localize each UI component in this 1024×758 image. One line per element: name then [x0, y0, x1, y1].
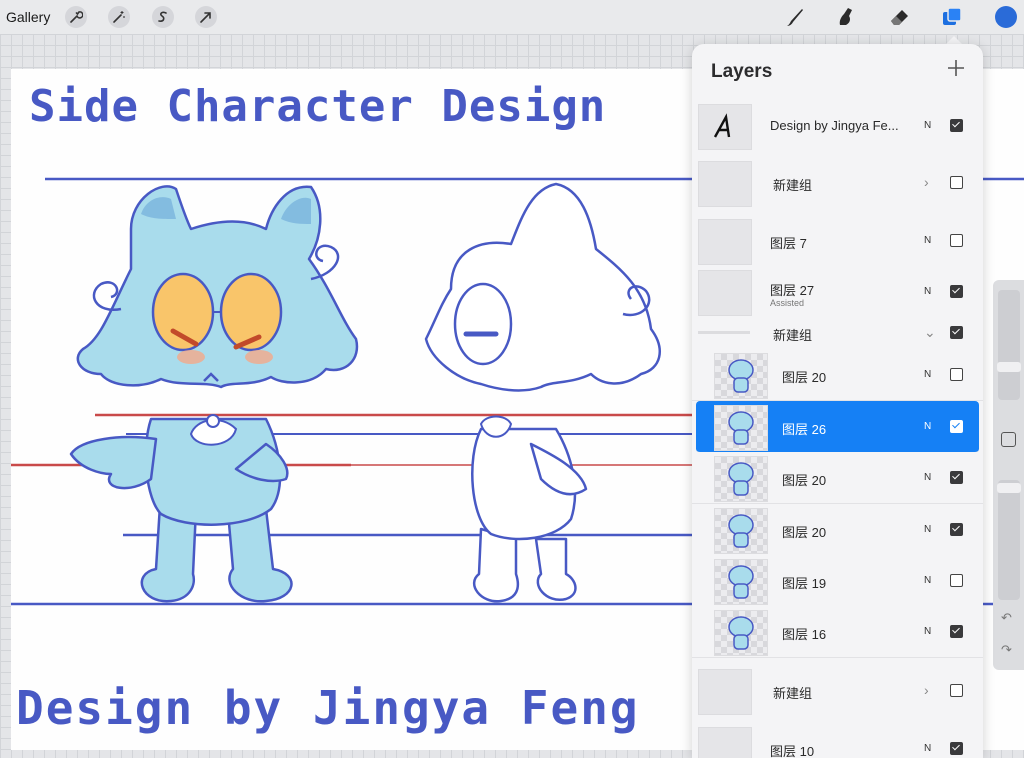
layer-visibility-checkbox[interactable] — [950, 574, 963, 587]
layer-thumbnail[interactable] — [698, 669, 752, 715]
character-thumbnail-icon — [728, 514, 754, 548]
character-thumbnail-icon — [728, 411, 754, 445]
canvas-credit-text: Design by Jingya Feng — [16, 681, 640, 735]
add-layer-button[interactable] — [946, 58, 966, 78]
layer-row-selected[interactable]: 图层 26 N — [696, 401, 979, 453]
layer-visibility-checkbox[interactable] — [950, 234, 963, 247]
transform-arrow-icon[interactable] — [195, 6, 217, 28]
character-thumbnail-icon — [728, 359, 754, 393]
layer-name: 图层 16 — [782, 627, 827, 642]
layer-name: 图层 20 — [782, 473, 827, 488]
layer-thumbnail[interactable] — [698, 104, 752, 150]
brush-size-handle[interactable] — [997, 362, 1021, 372]
layer-visibility-checkbox[interactable] — [950, 684, 963, 697]
selection-s-icon[interactable] — [152, 6, 174, 28]
brush-size-opacity-sidebar[interactable]: ↶ ↷ — [993, 280, 1024, 670]
layer-name: 图层 20 — [782, 525, 827, 540]
layer-row[interactable]: 图层 20 N — [692, 504, 983, 556]
layer-thumbnail[interactable] — [698, 727, 752, 758]
layer-thumbnail[interactable] — [698, 219, 752, 265]
chevron-down-icon[interactable]: ⌄ — [924, 324, 936, 341]
layer-thumbnail[interactable] — [698, 161, 752, 207]
blend-mode-button[interactable]: N — [924, 421, 931, 432]
blend-mode-button[interactable]: N — [924, 235, 931, 246]
layer-thumbnail[interactable] — [714, 456, 768, 502]
character-thumbnail-icon — [728, 462, 754, 496]
layer-thumbnail[interactable] — [714, 508, 768, 554]
layer-row[interactable]: 图层 19 N — [692, 555, 983, 607]
layers-panel-title: Layers — [711, 61, 773, 82]
layer-row[interactable]: 图层 20 N — [692, 452, 983, 504]
opacity-handle[interactable] — [997, 483, 1021, 493]
layer-group-row[interactable]: 新建组 › — [692, 151, 983, 216]
layer-row[interactable]: Design by Jingya Fe... N — [692, 101, 983, 152]
layer-visibility-checkbox[interactable] — [950, 368, 963, 381]
layer-name: 图层 10 — [770, 744, 815, 758]
layer-visibility-checkbox[interactable] — [950, 523, 963, 536]
redo-icon[interactable]: ↷ — [1001, 642, 1012, 658]
undo-icon[interactable]: ↶ — [1001, 610, 1012, 626]
layer-thumbnail[interactable] — [714, 405, 768, 451]
layer-visibility-checkbox[interactable] — [950, 326, 963, 339]
character-thumbnail-icon — [728, 616, 754, 650]
layer-visibility-checkbox[interactable] — [950, 742, 963, 755]
layer-visibility-checkbox[interactable] — [950, 176, 963, 189]
smudge-icon[interactable] — [835, 5, 859, 29]
layer-name: 图层 27 — [770, 283, 815, 298]
blend-mode-button[interactable]: N — [924, 472, 931, 483]
chevron-right-icon[interactable]: › — [924, 682, 929, 698]
layer-name: 新建组 — [773, 686, 813, 701]
layer-row[interactable]: 图层 20 N — [692, 349, 983, 401]
eraser-icon[interactable] — [888, 5, 912, 29]
text-layer-glyph — [713, 113, 731, 138]
magic-wand-icon[interactable] — [108, 6, 130, 28]
layer-group-row[interactable]: 新建组 ⌄ — [692, 317, 983, 350]
blend-mode-button[interactable]: N — [924, 286, 931, 297]
layer-subtitle: Assisted — [770, 298, 805, 308]
modify-button[interactable] — [1001, 432, 1016, 447]
blend-mode-button[interactable]: N — [924, 626, 931, 637]
layer-visibility-checkbox[interactable] — [950, 119, 963, 132]
layers-icon[interactable] — [940, 5, 964, 29]
brush-icon[interactable] — [783, 5, 807, 29]
layer-group-row[interactable]: 新建组 › — [692, 658, 983, 725]
layer-name: 图层 19 — [782, 576, 827, 591]
character-thumbnail-icon — [728, 565, 754, 599]
blend-mode-button[interactable]: N — [924, 120, 931, 131]
chevron-right-icon[interactable]: › — [924, 174, 929, 190]
layer-name: 图层 26 — [782, 422, 827, 437]
layer-visibility-checkbox[interactable] — [950, 625, 963, 638]
layer-thumbnail[interactable] — [714, 610, 768, 656]
group-thumbnail-bar — [698, 331, 750, 334]
layer-name: 新建组 — [773, 178, 813, 193]
blend-mode-button[interactable]: N — [924, 743, 931, 754]
layers-panel: Layers Design by Jingya Fe... N 新建组 › 图层 7N图… — [692, 44, 983, 758]
layer-visibility-checkbox[interactable] — [950, 471, 963, 484]
blend-mode-button[interactable]: N — [924, 575, 931, 586]
layer-thumbnail[interactable] — [698, 270, 752, 316]
wrench-icon[interactable] — [65, 6, 87, 28]
layer-row[interactable]: 图层 7 N — [692, 215, 983, 267]
layer-visibility-checkbox[interactable] — [950, 420, 963, 433]
layer-name: 新建组 — [773, 328, 813, 343]
blend-mode-button[interactable]: N — [924, 524, 931, 535]
layer-name: 图层 20 — [782, 370, 827, 385]
color-picker-button[interactable] — [995, 6, 1017, 28]
top-toolbar: Gallery — [0, 0, 1024, 34]
brush-size-slider[interactable] — [998, 290, 1020, 400]
layer-name: Design by Jingya Fe... — [770, 118, 899, 133]
gallery-button[interactable]: Gallery — [6, 9, 50, 25]
layer-row[interactable]: 图层 16 N — [692, 606, 983, 658]
layer-thumbnail[interactable] — [714, 353, 768, 399]
layer-row[interactable]: 图层 10 N — [692, 724, 983, 758]
layer-visibility-checkbox[interactable] — [950, 285, 963, 298]
blend-mode-button[interactable]: N — [924, 369, 931, 380]
opacity-slider[interactable] — [998, 480, 1020, 600]
layer-row[interactable]: 图层 27 Assisted N — [692, 266, 983, 318]
layer-name: 图层 7 — [770, 236, 807, 251]
layer-thumbnail[interactable] — [714, 559, 768, 605]
